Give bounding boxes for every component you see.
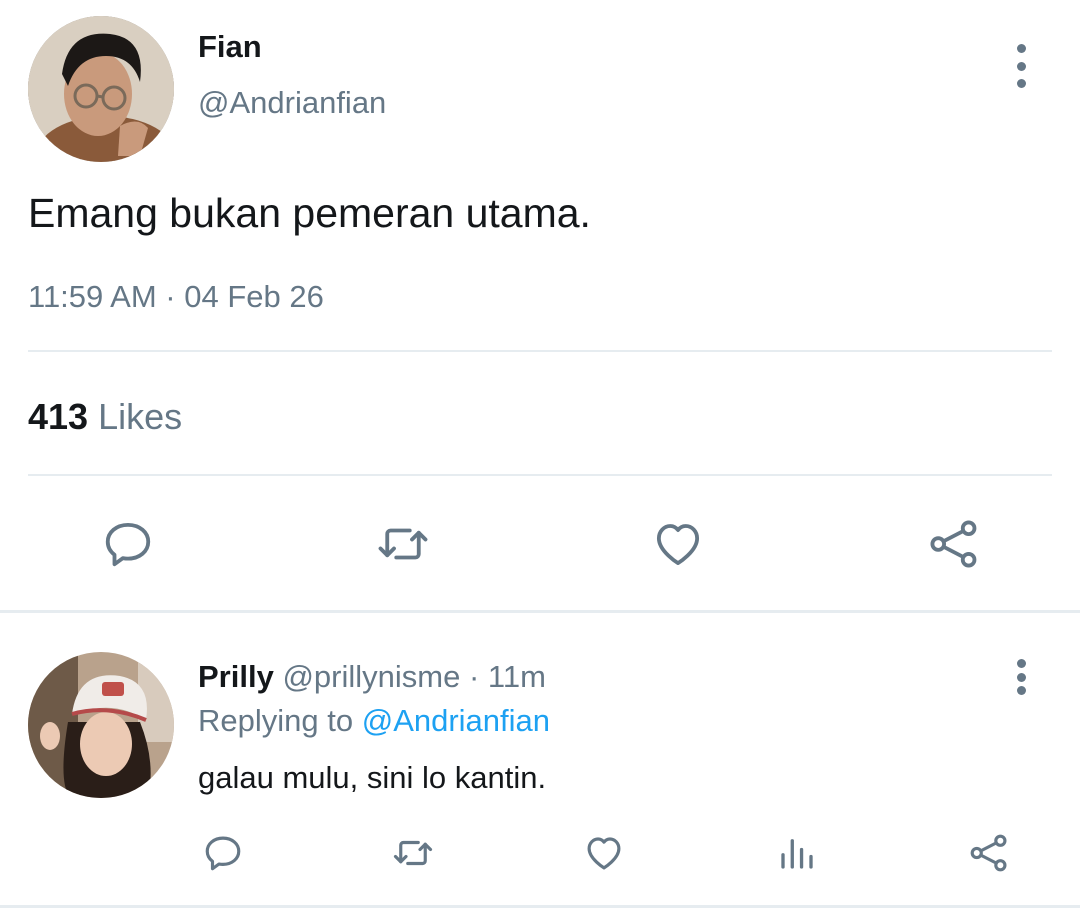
reply-separator: · — [468, 659, 480, 694]
reply-author-handle[interactable]: @prillynisme — [282, 659, 460, 694]
author-name[interactable]: Fian — [198, 28, 262, 66]
replying-to: Replying to @Andrianfian — [198, 702, 550, 740]
avatar-woman-cap-image — [28, 652, 174, 798]
bottom-divider — [0, 905, 1080, 908]
likes-count: 413 — [28, 396, 89, 437]
reply-author-avatar[interactable] — [28, 652, 174, 798]
reply-header: Prilly @prillynisme · 11m — [198, 658, 546, 696]
like-icon[interactable] — [648, 514, 708, 574]
reply-text: galau mulu, sini lo kantin. — [198, 760, 547, 795]
likes-label: Likes — [98, 396, 183, 437]
analytics-icon[interactable] — [774, 830, 820, 876]
avatar-man-glasses-image — [28, 16, 174, 162]
reply-like-icon[interactable] — [581, 830, 627, 876]
reply-retweet-icon[interactable] — [388, 830, 438, 876]
reply-more-vertical-icon[interactable] — [1011, 659, 1031, 695]
tweet-timestamp[interactable]: 11:59 AM · 04 Feb 26 — [28, 278, 324, 316]
reply-author-name[interactable]: Prilly — [198, 659, 274, 694]
author-handle[interactable]: @Andrianfian — [198, 84, 386, 122]
tweet-text: Emang bukan pemeran utama. — [28, 190, 591, 236]
more-vertical-icon[interactable] — [1011, 44, 1031, 88]
likes-stat[interactable]: 413 Likes — [28, 395, 182, 439]
retweet-icon[interactable] — [371, 514, 435, 574]
share-icon[interactable] — [924, 514, 984, 574]
section-divider — [0, 610, 1080, 613]
reply-icon[interactable] — [98, 514, 158, 574]
reply-time[interactable]: 11m — [488, 659, 546, 694]
divider — [28, 350, 1052, 352]
reply-share-icon[interactable] — [966, 830, 1012, 876]
author-avatar[interactable] — [28, 16, 174, 162]
replying-to-handle[interactable]: @Andrianfian — [362, 703, 550, 738]
replying-to-label: Replying to — [198, 703, 354, 738]
reply-reply-icon[interactable] — [200, 830, 246, 876]
divider — [28, 474, 1052, 476]
